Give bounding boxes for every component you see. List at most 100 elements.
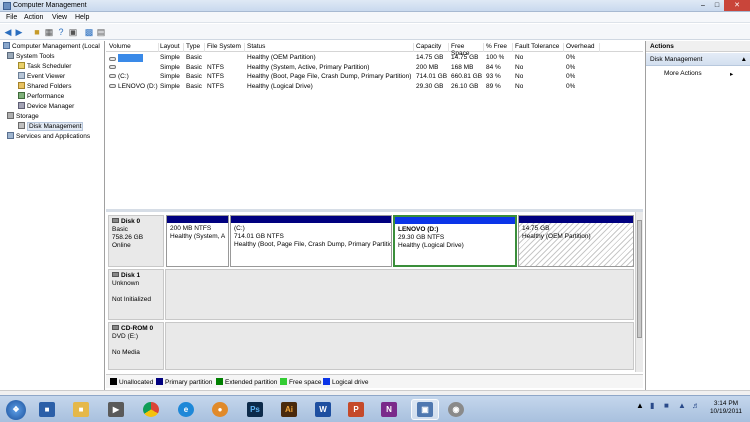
tree-item-task-scheduler[interactable]: Task Scheduler [18,62,71,72]
tree-item-performance[interactable]: Performance [18,92,64,102]
taskbar-computer-management[interactable]: ▣ [411,399,439,420]
column-volume[interactable]: Volume [109,43,159,52]
column-free-space[interactable]: Free Space [451,43,484,57]
disk-icon [18,122,25,129]
column-capacity[interactable]: Capacity [416,43,449,52]
folder-icon: ■ [73,402,89,417]
disk-1-row: Disk 1 Unknown Not Initialized [108,269,634,320]
column-status[interactable]: Status [247,43,414,52]
window-title: Computer Management [13,2,87,9]
disk-icon [112,272,119,277]
maximize-button[interactable]: □ [710,0,724,11]
performance-icon [18,92,25,99]
tray-expand-icon[interactable]: ▲ [636,401,644,410]
collapse-arrow-icon[interactable]: ▲ [741,56,747,63]
tree-item-computer-management[interactable]: Computer Management (Local [3,42,100,52]
taskbar-internet-explorer[interactable]: e [175,399,197,420]
volume-icon [109,74,116,78]
tree-item-disk-management[interactable]: Disk Management [18,122,84,132]
powerpoint-icon: P [348,402,364,417]
partition-system-reserved[interactable]: 200 MB NTFS Healthy (System, A [166,215,229,267]
cdrom-0-area[interactable] [165,322,634,370]
taskbar-photoshop[interactable]: Ps [244,399,266,420]
taskbar-media-player[interactable]: ▶ [105,399,127,420]
legend-item-unallocated: Unallocated [110,378,153,386]
taskbar: ❖ ■ ■ ▶ e ● Ps Ai W P N ▣ ◉ ▲ ▮ ■ ▲ ♬ 3:… [0,395,750,422]
menu-view[interactable]: View [52,14,67,21]
taskbar-disk-tool[interactable]: ◉ [445,399,467,420]
start-button[interactable]: ❖ [4,399,28,420]
clock[interactable]: 3:14 PM 10/19/2011 [710,400,742,416]
partition-c[interactable]: (C:) 714.01 GB NTFS Healthy (Boot, Page Fi… [230,215,392,267]
legend-item-extended: Extended partition [216,378,277,386]
close-button[interactable]: ✕ [724,0,750,11]
partition-oem[interactable]: 14.75 GB Healthy (OEM Partition) [518,215,634,267]
table-row[interactable]: Simple Basic NTFS Healthy (System, Activ… [106,63,643,73]
vertical-scrollbar[interactable] [635,212,643,372]
column-type[interactable]: Type [186,43,205,52]
tray-network-icon[interactable]: ▮ [650,401,654,410]
tree-item-storage[interactable]: Storage [7,112,39,122]
tray-volume-icon[interactable]: ♬ [692,401,700,410]
cdrom-0-label[interactable]: CD-ROM 0 DVD (E:) No Media [108,322,164,370]
up-folder-icon[interactable]: ■ [32,27,42,37]
minimize-button[interactable]: – [696,0,710,11]
forward-arrow-icon[interactable]: ▶ [14,27,24,37]
toolbar: ◀ ▶ ■ ▦ ? ▣ ▩ ▤ [0,24,750,40]
tree-item-event-viewer[interactable]: Event Viewer [18,72,65,82]
clock-icon [18,62,25,69]
actions-section-disk-management[interactable]: Disk Management ▲ [646,53,750,66]
tree-item-shared-folders[interactable]: Shared Folders [18,82,71,92]
taskbar-onenote[interactable]: N [378,399,400,420]
back-arrow-icon[interactable]: ◀ [3,27,13,37]
volume-list: Volume Layout Type File System Status Ca… [106,41,643,209]
disk-1-label[interactable]: Disk 1 Unknown Not Initialized [108,269,164,320]
legend-item-free-space: Free space [280,378,322,386]
column-percent-free[interactable]: % Free [486,43,513,52]
column-overhead[interactable]: Overhead [566,43,600,52]
volume-icon [109,64,116,69]
column-fault-tolerance[interactable]: Fault Tolerance [515,43,564,52]
partition-lenovo-d[interactable]: LENOVO (D:) 29.30 GB NTFS Healthy (Logical… [393,215,517,267]
tray-battery-icon[interactable]: ■ [664,401,669,410]
app-icon-1: ■ [39,402,55,417]
column-file-system[interactable]: File System [207,43,245,52]
properties-icon[interactable]: ▩ [84,27,94,37]
menu-file[interactable]: File [6,14,17,21]
taskbar-publisher[interactable]: P [345,399,367,420]
more-actions-link[interactable]: More Actions ▸ [664,70,733,78]
storage-icon [7,112,14,119]
tree-item-system-tools[interactable]: System Tools [7,52,55,62]
menu-action[interactable]: Action [24,14,43,21]
help-icon[interactable]: ? [56,27,66,37]
windows-logo-icon: ❖ [6,399,26,420]
taskbar-chrome[interactable] [140,399,162,420]
menu-help[interactable]: Help [75,14,89,21]
disk-0-label[interactable]: Disk 0 Basic 758.26 GB Online [108,215,164,267]
taskbar-explorer[interactable]: ■ [70,399,92,420]
disk-1-area[interactable] [165,269,634,320]
table-row[interactable]: Simple Basic Healthy (OEM Partition) 14.… [106,53,643,63]
console-icon[interactable]: ▣ [68,27,78,37]
tree-item-services-applications[interactable]: Services and Applications [7,132,90,142]
computer-icon [3,42,10,49]
column-layout[interactable]: Layout [160,43,184,52]
disk-icon [112,218,119,223]
table-row[interactable]: LENOVO (D:) Simple Basic NTFS Healthy (L… [106,82,643,92]
tray-signal-icon[interactable]: ▲ [678,401,686,410]
list-view-icon[interactable]: ▤ [96,27,106,37]
taskbar-illustrator[interactable]: Ai [278,399,300,420]
illustrator-icon: Ai [281,402,297,417]
tree-item-device-manager[interactable]: Device Manager [18,102,74,112]
internet-explorer-icon: e [178,402,194,417]
scrollbar-thumb[interactable] [637,220,642,338]
tools-icon [7,52,14,59]
taskbar-app-orange[interactable]: ● [209,399,231,420]
taskbar-word[interactable]: W [312,399,334,420]
cdrom-0-row: CD-ROM 0 DVD (E:) No Media [108,322,634,370]
show-hide-tree-icon[interactable]: ▦ [44,27,54,37]
chrome-icon [143,402,159,417]
taskbar-app-1[interactable]: ■ [36,399,58,420]
computer-management-icon: ▣ [417,402,433,417]
table-row[interactable]: (C:) Simple Basic NTFS Healthy (Boot, Pa… [106,72,643,82]
